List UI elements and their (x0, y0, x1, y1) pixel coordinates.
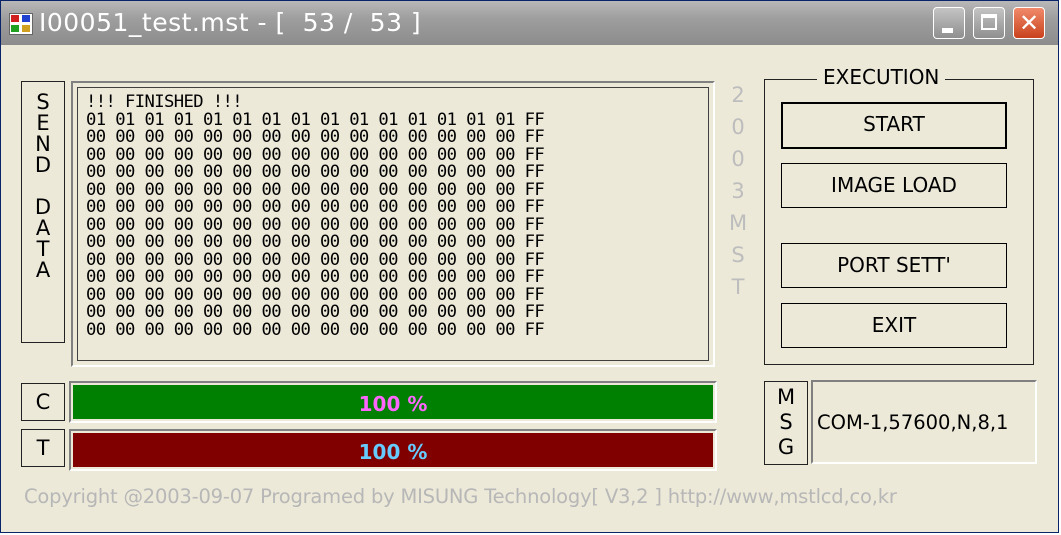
t-progress-label: T (21, 429, 65, 467)
msg-text: COM-1,57600,N,8,1 (817, 411, 1009, 434)
exit-button[interactable]: EXIT (781, 303, 1007, 348)
c-progress-label: C (21, 383, 65, 421)
app-icon[interactable] (9, 13, 33, 35)
side-watermark-text: 2 0 0 3 M S T (728, 83, 748, 299)
send-data-label-text: S E N D D A T A (34, 90, 52, 282)
send-data-line: 00 00 00 00 00 00 00 00 00 00 00 00 00 0… (86, 267, 545, 287)
send-data-inner-frame: !!! FINISHED !!! 01 01 01 01 01 01 01 01 … (77, 87, 709, 361)
msg-label-text: M S G (776, 385, 796, 459)
send-data-line: !!! FINISHED !!! (86, 92, 243, 112)
send-data-label: S E N D D A T A (21, 81, 65, 343)
port-settings-button[interactable]: PORT SETT' (781, 243, 1007, 288)
window-title: I00051_test.mst - [ 53 / 53 ] (39, 8, 422, 37)
send-data-line: 00 00 00 00 00 00 00 00 00 00 00 00 00 0… (86, 127, 545, 147)
main-window: I00051_test.mst - [ 53 / 53 ] ✕ S E N D … (0, 0, 1059, 533)
t-progress-text: 100 % (358, 440, 428, 464)
port-settings-button-label: PORT SETT' (837, 253, 951, 277)
maximize-icon (981, 14, 997, 30)
c-progress-text: 100 % (358, 392, 428, 416)
execution-legend: EXECUTION (817, 65, 946, 89)
send-data-line: 00 00 00 00 00 00 00 00 00 00 00 00 00 0… (86, 232, 545, 252)
minimize-icon (942, 28, 953, 33)
title-bar[interactable]: I00051_test.mst - [ 53 / 53 ] ✕ (1, 1, 1058, 45)
exit-button-label: EXIT (871, 313, 917, 337)
msg-box: COM-1,57600,N,8,1 (811, 380, 1037, 464)
send-data-line: 00 00 00 00 00 00 00 00 00 00 00 00 00 0… (86, 197, 545, 217)
send-data-line: 00 00 00 00 00 00 00 00 00 00 00 00 00 0… (86, 162, 545, 182)
send-data-line: 00 00 00 00 00 00 00 00 00 00 00 00 00 0… (86, 319, 545, 340)
start-button[interactable]: START (781, 102, 1007, 149)
t-progress-bar: 100 % (69, 429, 717, 471)
close-button[interactable]: ✕ (1013, 7, 1045, 39)
close-icon: ✕ (1018, 9, 1040, 37)
c-progress-bar: 100 % (69, 381, 717, 423)
maximize-button[interactable] (973, 7, 1005, 39)
send-data-line: 00 00 00 00 00 00 00 00 00 00 00 00 00 0… (86, 302, 545, 322)
send-data-panel[interactable]: !!! FINISHED !!! 01 01 01 01 01 01 01 01 … (71, 81, 715, 367)
msg-label: M S G (764, 381, 808, 465)
side-watermark: 2 0 0 3 M S T (725, 79, 751, 303)
start-button-label: START (863, 112, 925, 136)
send-data-text: !!! FINISHED !!! 01 01 01 01 01 01 01 01 … (86, 92, 545, 340)
image-load-button-label: IMAGE LOAD (831, 173, 957, 197)
minimize-button[interactable] (933, 7, 965, 39)
image-load-button[interactable]: IMAGE LOAD (781, 163, 1007, 208)
copyright-footer: Copyright @2003-09-07 Programed by MISUN… (24, 485, 897, 508)
